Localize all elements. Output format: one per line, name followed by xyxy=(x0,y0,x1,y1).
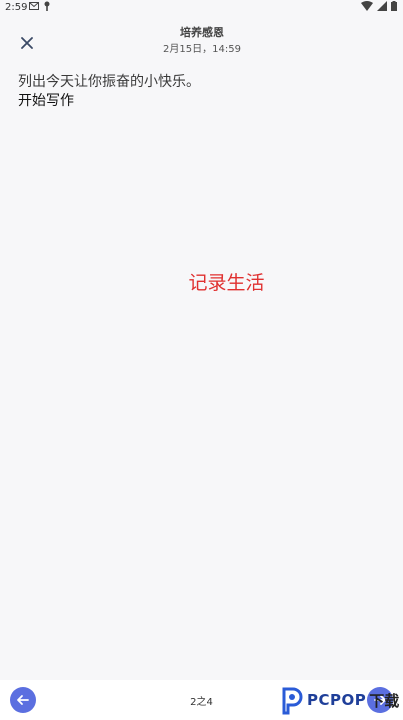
mail-icon xyxy=(29,2,39,10)
status-system-icons xyxy=(361,1,397,11)
pcpop-logo-icon xyxy=(282,687,303,715)
status-time: 2:59 xyxy=(5,2,28,13)
signal-icon xyxy=(377,1,387,11)
journal-editor[interactable]: 开始写作 xyxy=(18,90,74,110)
status-notification-icons xyxy=(29,1,51,11)
key-icon xyxy=(44,1,50,11)
watermark-suffix: 下载 xyxy=(369,691,400,710)
status-bar: 2:59 xyxy=(0,0,403,16)
entry-date: 2月15日，14:59 xyxy=(163,44,241,55)
pcpop-watermark: PCPOP 下载 xyxy=(278,682,399,718)
journal-screen: 2:59 培养感恩 2月15日，14:59 列出今天让你振奋的小快乐。 开始写作… xyxy=(0,0,403,720)
battery-icon xyxy=(391,1,397,11)
journal-prompt: 列出今天让你振奋的小快乐。 xyxy=(18,74,200,90)
close-icon xyxy=(21,37,33,49)
center-caption: 记录生活 xyxy=(188,272,265,294)
close-button[interactable] xyxy=(12,28,42,58)
wifi-icon xyxy=(361,1,373,11)
watermark-brand: PCPOP xyxy=(307,691,367,709)
entry-title: 培养感恩 xyxy=(180,26,224,39)
